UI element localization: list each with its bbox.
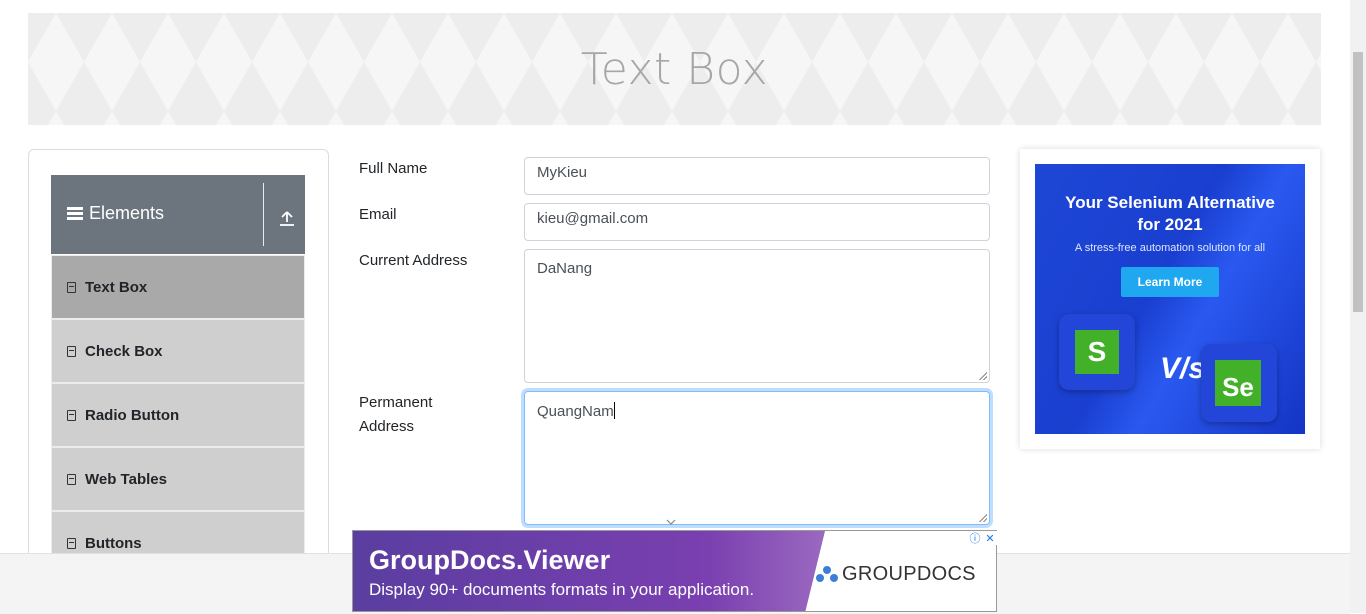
- collapse-up-icon[interactable]: [279, 209, 295, 227]
- current-address-value: DaNang: [537, 260, 593, 277]
- ad-creative: Your Selenium Alternative for 2021 A str…: [1035, 164, 1305, 434]
- ad-headline-line1: Your Selenium Alternative: [1065, 193, 1275, 212]
- selenium-logo-icon: Se: [1201, 344, 1277, 422]
- elements-group-header[interactable]: Elements: [51, 175, 305, 254]
- ad-choices[interactable]: ⓘ ✕: [967, 531, 997, 545]
- permanent-address-label-line1: Permanent: [359, 394, 433, 411]
- menu-icon: [67, 207, 83, 220]
- html5-icon: [67, 409, 76, 421]
- elements-group-label: Elements: [89, 203, 165, 223]
- permanent-address-value: QuangNam: [537, 403, 614, 420]
- ad-learn-more-button[interactable]: Learn More: [1121, 267, 1219, 297]
- email-label: Email: [359, 206, 397, 223]
- groupdocs-logo-icon: [816, 565, 838, 584]
- email-input[interactable]: kieu@gmail.com: [524, 203, 990, 241]
- katalon-logo-letter: S: [1075, 330, 1119, 374]
- ad-info-icon[interactable]: ⓘ: [969, 530, 980, 546]
- full-name-label: Full Name: [359, 160, 428, 177]
- groupdocs-brand-text: GROUPDOCS: [842, 563, 976, 585]
- sidebar-item-web-tables[interactable]: Web Tables: [51, 447, 305, 511]
- page-scrollbar[interactable]: [1350, 0, 1366, 613]
- sidebar-item-label: Check Box: [85, 342, 163, 360]
- current-address-textarea[interactable]: DaNang: [524, 249, 990, 383]
- text-caret: [613, 402, 615, 419]
- elements-group-title: Elements: [67, 203, 164, 224]
- bottom-advertisement[interactable]: GroupDocs.Viewer Display 90+ documents f…: [352, 530, 997, 612]
- katalon-logo-icon: S: [1059, 314, 1135, 390]
- selenium-logo-letters: Se: [1215, 360, 1261, 406]
- sidebar-item-label: Buttons: [85, 534, 142, 552]
- sidebar-item-label: Web Tables: [85, 470, 167, 488]
- ad-subtext: A stress-free automation solution for al…: [1074, 242, 1266, 254]
- chevron-down-icon[interactable]: [666, 517, 676, 527]
- resize-grip-icon[interactable]: [979, 514, 987, 522]
- versus-text: V/s: [1160, 352, 1206, 385]
- current-address-label: Current Address: [359, 252, 468, 269]
- sidebar-item-check-box[interactable]: Check Box: [51, 319, 305, 383]
- sidebar-item-radio-button[interactable]: Radio Button: [51, 383, 305, 447]
- full-name-value: MyKieu: [537, 164, 588, 181]
- html5-icon: [67, 281, 76, 293]
- permanent-address-label: Permanent Address: [359, 391, 432, 439]
- email-value: kieu@gmail.com: [537, 210, 649, 227]
- bottom-ad-title: GroupDocs.Viewer: [369, 545, 611, 575]
- ad-headline-line2: for 2021: [1137, 215, 1203, 234]
- html5-icon: [67, 345, 76, 357]
- permanent-address-textarea[interactable]: QuangNam: [524, 391, 990, 525]
- sidebar-item-label: Text Box: [85, 278, 148, 296]
- permanent-address-label-line2: Address: [359, 418, 415, 435]
- groupdocs-brand: GROUPDOCS: [816, 563, 976, 586]
- scrollbar-thumb[interactable]: [1353, 52, 1363, 312]
- bottom-ad-subtitle: Display 90+ documents formats in your ap…: [369, 580, 755, 599]
- full-name-input[interactable]: MyKieu: [524, 157, 990, 195]
- right-advertisement[interactable]: Your Selenium Alternative for 2021 A str…: [1020, 149, 1320, 449]
- sidebar-item-label: Radio Button: [85, 406, 180, 424]
- left-sidebar-panel: Elements Text Box Check Box Radio Button…: [28, 149, 329, 581]
- ad-close-icon[interactable]: ✕: [985, 532, 994, 545]
- resize-grip-icon[interactable]: [979, 372, 987, 380]
- html5-icon: [67, 537, 76, 549]
- header-divider: [263, 183, 264, 246]
- sidebar-item-text-box[interactable]: Text Box: [51, 255, 305, 319]
- ad-headline: Your Selenium Alternative for 2021: [1035, 192, 1305, 236]
- page-header-banner: Text Box: [28, 13, 1321, 125]
- html5-icon: [67, 473, 76, 485]
- page-title: Text Box: [580, 43, 769, 95]
